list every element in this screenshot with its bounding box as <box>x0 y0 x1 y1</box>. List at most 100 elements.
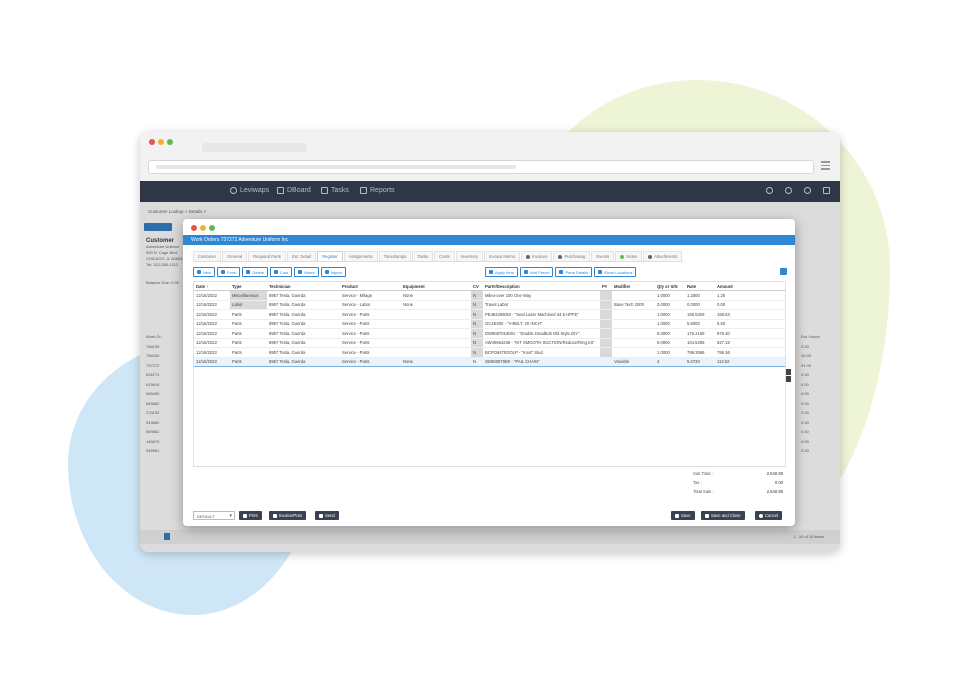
column-header[interactable]: CV <box>471 282 483 291</box>
print-button[interactable]: Print <box>239 511 262 520</box>
button-label: Form <box>227 269 237 275</box>
edit-cell[interactable]: None <box>401 356 471 367</box>
column-header[interactable]: Technician <box>267 282 340 291</box>
logout-icon[interactable] <box>823 187 830 194</box>
nav-dboard[interactable]: DBoard <box>277 187 311 194</box>
background-new-button[interactable] <box>144 223 172 231</box>
tab-customer[interactable]: Customer <box>193 251 222 261</box>
table-row[interactable]: 12/16/2022 Parts 8957 Tesla, Guerda Service… <box>194 338 785 348</box>
bg-cell: 569862 <box>146 429 160 434</box>
tab-assignments[interactable]: Assignments <box>343 251 378 261</box>
nav-tasks[interactable]: Tasks <box>321 187 349 194</box>
column-header[interactable]: Equipment <box>401 282 471 291</box>
modal-close-dot[interactable] <box>191 225 197 231</box>
table-row[interactable]: 12/16/2022 Parts 8957 Tesla, Guerda Service… <box>194 347 785 358</box>
cancel-button[interactable]: Cancel <box>755 511 783 520</box>
tab-label: Purchasing <box>564 254 586 259</box>
grid-toolbar-right: Apply Item Add Parcel Parts Details Show… <box>485 267 637 277</box>
modal-maximize-dot[interactable] <box>209 225 215 231</box>
tab-tasks[interactable]: Tasks <box>412 251 434 261</box>
save-and-close-button[interactable]: Save and Close <box>701 511 745 520</box>
print-template-dropdown[interactable]: DEFAULT <box>193 511 235 521</box>
maximize-dot[interactable] <box>167 139 173 145</box>
tab-required-parts[interactable]: Required Parts <box>248 251 286 261</box>
bg-cell: Est. Hours <box>801 334 820 339</box>
nav-reports[interactable]: Reports <box>360 187 395 194</box>
work-order-modal: Work Orders 737272 Adventure Uniform Inc… <box>183 219 795 526</box>
tab-timestamps[interactable]: Timestamps <box>378 251 412 261</box>
modal-minimize-dot[interactable] <box>200 225 206 231</box>
edit-cell[interactable]: Service - Parts <box>340 356 401 367</box>
minimize-dot[interactable] <box>158 139 164 145</box>
apply-item-button[interactable]: Apply Item <box>485 267 518 277</box>
parts-details-button[interactable]: Parts Details <box>555 267 593 277</box>
column-header[interactable]: Rate <box>685 282 715 291</box>
add-parcel-button[interactable]: Add Parcel <box>519 267 554 277</box>
table-row[interactable]: 12/16/2022 Parts 8957 Tesla, Guerda Service… <box>194 319 785 329</box>
background-tabs[interactable]: Customer Lookup × Details × <box>148 209 206 214</box>
nav-leviwaps[interactable]: Leviwaps <box>230 187 269 194</box>
tab-est-detail[interactable]: Est. Detail <box>287 251 317 261</box>
tab-register[interactable]: Register <box>317 251 343 261</box>
table-cell: 158.5329 <box>685 309 715 320</box>
edit-cell[interactable]: 12/16/2022 <box>194 356 230 367</box>
table-row[interactable]: 12/16/2022 Miscellaneous 8957 Tesla, Guerd… <box>194 290 785 301</box>
edit-cell[interactable] <box>600 356 612 367</box>
table-cell: Base Tech 2000 <box>612 300 655 310</box>
column-header[interactable]: Type <box>230 282 267 291</box>
column-header[interactable]: Modifier <box>612 282 655 291</box>
column-header[interactable]: Date ↑ <box>194 282 230 291</box>
import-button[interactable]: Import <box>320 267 346 277</box>
new-button[interactable]: New <box>193 267 216 277</box>
menu-icon[interactable] <box>821 161 830 172</box>
tab-notes[interactable]: Notes <box>615 251 643 261</box>
grid-scroll-buttons[interactable] <box>786 369 791 383</box>
address-bar[interactable] <box>148 160 814 174</box>
tab-inventory[interactable]: Inventory <box>455 251 483 261</box>
column-header[interactable]: Product <box>340 282 401 291</box>
close-dot[interactable] <box>149 139 155 145</box>
table-cell: Labor <box>230 300 267 310</box>
edit-cell[interactable]: 3 <box>655 356 685 367</box>
edit-cell[interactable]: 5.0720 <box>685 356 715 367</box>
user-icon[interactable] <box>766 187 773 194</box>
edit-cell[interactable]: Parts <box>230 356 267 367</box>
edit-cell[interactable]: 8957 Tesla, Guerda <box>267 356 340 367</box>
edit-cell[interactable]: 113.52 <box>715 356 785 367</box>
tab-label: Invoice Memo <box>489 254 516 259</box>
tab-label: Notes <box>626 254 638 259</box>
browser-tab[interactable] <box>202 143 307 152</box>
invoice-post-button[interactable]: Invoice/Post <box>269 511 306 520</box>
tab-invoices[interactable]: Invoices <box>521 251 553 261</box>
column-header[interactable]: Part#/Description <box>483 282 600 291</box>
gear-icon[interactable] <box>804 187 811 194</box>
show-locations-button[interactable]: Show Locations <box>594 267 637 277</box>
edit-cell[interactable]: Variable <box>612 356 655 367</box>
save-button[interactable]: Save <box>671 511 695 520</box>
tab-attachments[interactable]: Attachments <box>643 251 683 261</box>
edit-cell[interactable]: GE860970B0 - "PAIL CHAIN" <box>483 356 600 367</box>
help-icon[interactable] <box>785 187 792 194</box>
bg-cell: 768340 <box>146 353 160 358</box>
table-row[interactable]: 12/16/2022 Parts 8957 Tesla, Guerda Service… <box>194 309 785 320</box>
tab-purchasing[interactable]: Purchasing <box>553 251 591 261</box>
cost-button[interactable]: Cost <box>269 267 293 277</box>
delete-button[interactable]: Delete <box>242 267 268 277</box>
table-row[interactable]: 12/16/2022 Parts 8957 Tesla, Guerda Service… <box>194 328 785 339</box>
form-button[interactable]: Form <box>217 267 241 277</box>
column-header[interactable]: P# <box>600 282 612 291</box>
editing-row[interactable]: 12/16/2022 Parts 8957 Tesla, Guerda Service… <box>194 356 785 367</box>
tab-events[interactable]: Events <box>591 251 615 261</box>
table-cell: 8957 Tesla, Guerda <box>267 319 340 329</box>
notes-button[interactable]: Notes <box>294 267 319 277</box>
send-button[interactable]: Send <box>315 511 339 520</box>
tab-invoice-memo[interactable]: Invoice Memo <box>484 251 521 261</box>
column-header[interactable]: Qty or S/N <box>655 282 685 291</box>
tab-general[interactable]: General <box>222 251 248 261</box>
table-row[interactable]: 12/16/2022 Labor 8957 Tesla, Guerda Service… <box>194 300 785 310</box>
edit-cell[interactable]: N <box>471 356 483 367</box>
current-page-button[interactable] <box>164 533 170 540</box>
tab-costs[interactable]: Costs <box>434 251 455 261</box>
column-header[interactable]: Amount <box>715 282 785 291</box>
column-settings-icon[interactable] <box>780 268 787 275</box>
